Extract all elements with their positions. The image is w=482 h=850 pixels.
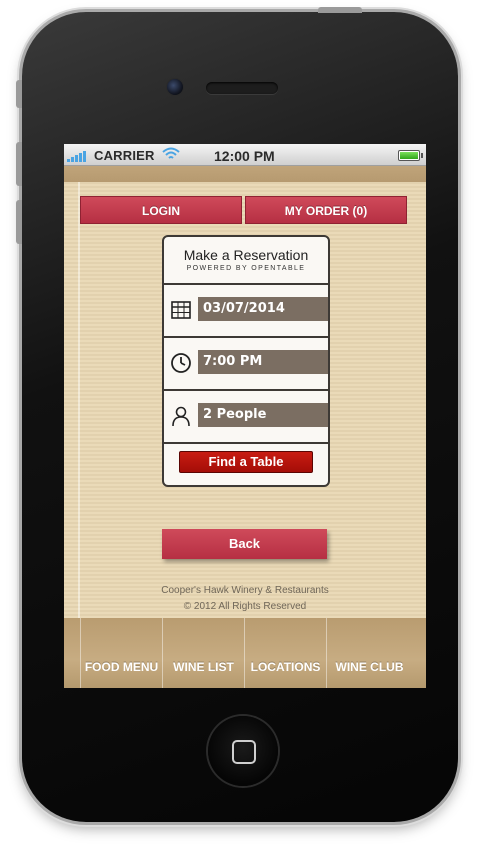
nav-food-menu-label: FOOD MENU	[84, 660, 159, 674]
clock-icon	[170, 352, 192, 374]
home-button[interactable]	[208, 716, 278, 786]
battery-fill	[400, 152, 418, 159]
bottom-navigation: FOOD MENU WINE LIST LOCATIONS WINE CLUB	[64, 618, 426, 688]
home-square-icon	[232, 740, 256, 764]
person-icon	[170, 405, 192, 427]
wifi-icon	[162, 147, 180, 164]
nav-locations[interactable]: LOCATIONS	[244, 618, 326, 688]
battery-icon	[398, 150, 423, 161]
decorative-stripe	[78, 182, 80, 618]
front-camera	[166, 78, 184, 96]
earpiece-speaker	[206, 82, 278, 94]
volume-up-button	[16, 142, 22, 186]
carrier-name: CARRIER	[94, 148, 155, 163]
phone-screen: CARRIER 12:00 PM LOGIN MY ORDER (0) Make…	[64, 144, 426, 688]
status-time: 12:00 PM	[214, 148, 275, 164]
time-row[interactable]: 7:00 PM	[164, 336, 328, 389]
nav-wine-list-label: WINE LIST	[173, 660, 234, 674]
signal-bars-icon	[67, 150, 89, 162]
party-row[interactable]: 2 People	[164, 389, 328, 442]
header-bar	[64, 166, 426, 182]
power-button	[318, 7, 362, 13]
date-field[interactable]: 03/07/2014	[198, 297, 328, 321]
status-bar: CARRIER 12:00 PM	[64, 144, 426, 166]
mute-switch	[16, 80, 22, 108]
nav-food-menu[interactable]: FOOD MENU	[80, 618, 162, 688]
volume-down-button	[16, 200, 22, 244]
powered-by-label: POWERED BY OPENTABLE	[186, 265, 306, 272]
find-table-button[interactable]: Find a Table	[179, 451, 313, 473]
nav-wine-list[interactable]: WINE LIST	[162, 618, 244, 688]
bottom-nav-spacer	[64, 618, 80, 688]
back-button[interactable]: Back	[162, 529, 327, 559]
time-field[interactable]: 7:00 PM	[198, 350, 328, 374]
battery-tip	[421, 153, 423, 158]
calendar-icon	[170, 299, 192, 321]
nav-wine-club[interactable]: WINE CLUB	[326, 618, 412, 688]
party-size-field[interactable]: 2 People	[198, 403, 328, 427]
reservation-card: Make a Reservation POWERED BY OPENTABLE …	[162, 235, 330, 487]
date-row[interactable]: 03/07/2014	[164, 283, 328, 336]
nav-wine-club-label: WINE CLUB	[335, 660, 404, 674]
nav-locations-label: LOCATIONS	[250, 660, 321, 674]
my-order-button[interactable]: MY ORDER (0)	[245, 196, 407, 224]
company-name: Cooper's Hawk Winery & Restaurants	[161, 585, 329, 596]
login-button[interactable]: LOGIN	[80, 196, 242, 224]
copyright-text: © 2012 All Rights Reserved	[183, 601, 307, 612]
reservation-title: Make a Reservation	[183, 247, 309, 263]
